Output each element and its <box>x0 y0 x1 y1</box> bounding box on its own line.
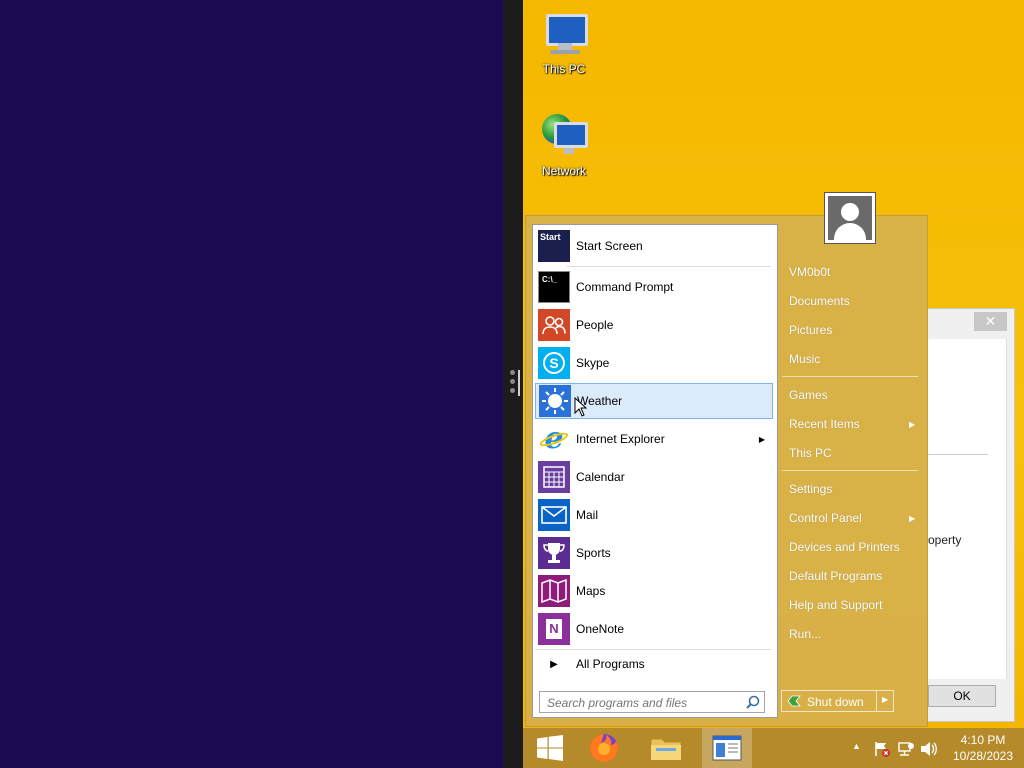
start-menu: Start Start Screen C:\_ Command Prompt P… <box>525 215 928 727</box>
all-programs-arrow-icon: ▶ <box>550 658 558 670</box>
menu-item-mail[interactable]: Mail <box>535 497 773 533</box>
menu-item-label: OneNote <box>576 622 625 636</box>
taskbar-clock[interactable]: 4:10 PM 10/28/2023 <box>948 732 1018 764</box>
right-item-documents[interactable]: Documents <box>789 294 850 308</box>
menu-item-onenote[interactable]: N OneNote <box>535 611 773 647</box>
firefox-icon <box>590 734 618 762</box>
right-item-run[interactable]: Run... <box>789 627 821 641</box>
recent-items-arrow-icon: ▶ <box>909 420 916 429</box>
snap-splitter[interactable] <box>503 0 523 768</box>
splitter-grip-icon[interactable] <box>510 370 515 398</box>
taskbar-active-window[interactable] <box>702 728 752 768</box>
show-hidden-icons-button[interactable]: ▲ <box>852 741 861 755</box>
menu-item-sports[interactable]: Sports <box>535 535 773 571</box>
mouse-cursor-icon <box>574 397 588 417</box>
internet-explorer-icon: e <box>538 423 570 455</box>
shutdown-button[interactable]: Shut down ▶ <box>781 690 894 712</box>
menu-item-start-screen[interactable]: Start Start Screen <box>535 228 773 264</box>
folder-icon <box>650 738 682 761</box>
desktop-icon-label: Network <box>541 164 586 178</box>
dialog-content: operty <box>928 339 1007 679</box>
search-icon[interactable] <box>746 695 760 709</box>
volume-icon[interactable] <box>920 741 938 757</box>
right-item-default-programs[interactable]: Default Programs <box>789 569 882 583</box>
menu-item-label: Internet Explorer <box>576 432 665 446</box>
dialog-divider <box>928 454 988 455</box>
right-separator <box>782 376 918 377</box>
splitter-bar <box>518 370 520 396</box>
menu-item-command-prompt[interactable]: C:\_ Command Prompt <box>535 269 773 305</box>
search-input[interactable] <box>545 694 739 712</box>
onenote-icon: N <box>538 613 570 645</box>
right-item-pictures[interactable]: Pictures <box>789 323 832 337</box>
right-item-help-support[interactable]: Help and Support <box>789 598 882 612</box>
menu-item-weather[interactable]: Weather <box>535 383 773 419</box>
shutdown-label: Shut down <box>807 695 864 709</box>
list-separator <box>567 266 771 267</box>
start-screen-icon: Start <box>538 230 570 262</box>
sports-icon <box>538 537 570 569</box>
right-separator <box>782 470 918 471</box>
right-item-this-pc[interactable]: This PC <box>789 446 832 460</box>
people-icon <box>538 309 570 341</box>
menu-item-label: Command Prompt <box>576 280 674 294</box>
search-box[interactable] <box>539 691 765 713</box>
start-menu-program-list: Start Start Screen C:\_ Command Prompt P… <box>532 224 778 718</box>
all-programs-button[interactable]: ▶ All Programs <box>535 649 773 679</box>
windows-logo-icon <box>537 735 563 761</box>
left-app-pane <box>0 0 503 768</box>
menu-item-label: Mail <box>576 508 599 522</box>
shutdown-divider <box>876 691 877 711</box>
right-item-devices-printers[interactable]: Devices and Printers <box>789 540 900 554</box>
menu-item-people[interactable]: People <box>535 307 773 343</box>
desktop-icon-network[interactable]: Network <box>524 112 604 178</box>
shutdown-icon <box>787 695 801 707</box>
all-programs-label: All Programs <box>576 657 645 671</box>
right-item-games[interactable]: Games <box>789 388 828 402</box>
taskbar-firefox[interactable] <box>579 728 629 768</box>
control-panel-arrow-icon: ▶ <box>909 514 916 523</box>
action-center-flag-icon[interactable] <box>874 741 890 757</box>
user-avatar[interactable] <box>824 192 876 244</box>
clock-date: 10/28/2023 <box>952 749 1014 763</box>
network-status-icon[interactable] <box>897 741 915 757</box>
menu-item-internet-explorer[interactable]: e Internet Explorer ▶ <box>535 421 773 457</box>
menu-item-calendar[interactable]: Calendar <box>535 459 773 495</box>
taskbar-file-explorer[interactable] <box>641 728 691 768</box>
right-item-recent-items[interactable]: Recent Items <box>789 417 860 431</box>
menu-item-label: Sports <box>576 546 611 560</box>
weather-icon <box>539 385 571 417</box>
right-item-control-panel[interactable]: Control Panel <box>789 511 862 525</box>
desktop-icon-label: This PC <box>542 62 586 76</box>
this-pc-icon <box>540 10 588 58</box>
dialog-fragment-text: operty <box>928 533 962 547</box>
command-prompt-icon: C:\_ <box>538 271 570 303</box>
submenu-arrow-icon: ▶ <box>758 434 765 444</box>
maps-icon <box>538 575 570 607</box>
dialog-close-button[interactable]: ✕ <box>974 312 1007 331</box>
menu-item-label: Skype <box>576 356 610 370</box>
right-item-music[interactable]: Music <box>789 352 820 366</box>
skype-icon: S <box>538 347 570 379</box>
menu-item-label: Calendar <box>576 470 625 484</box>
calendar-icon <box>538 461 570 493</box>
start-button[interactable] <box>525 728 575 768</box>
right-item-settings[interactable]: Settings <box>789 482 832 496</box>
network-icon <box>540 112 588 160</box>
dialog-ok-button[interactable]: OK <box>928 685 996 707</box>
mail-icon <box>538 499 570 531</box>
menu-item-label: Maps <box>576 584 606 598</box>
clock-time: 4:10 PM <box>960 733 1006 747</box>
desktop-icon-this-pc[interactable]: This PC <box>524 10 604 76</box>
shutdown-options-arrow-icon[interactable]: ▶ <box>882 695 888 704</box>
menu-item-skype[interactable]: S Skype <box>535 345 773 381</box>
menu-item-maps[interactable]: Maps <box>535 573 773 609</box>
background-dialog: ✕ operty OK <box>927 308 1015 722</box>
right-item-user[interactable]: VM0b0t <box>789 265 830 279</box>
menu-item-label: Start Screen <box>576 239 643 253</box>
menu-item-label: People <box>576 318 614 332</box>
properties-window-icon <box>712 735 742 761</box>
